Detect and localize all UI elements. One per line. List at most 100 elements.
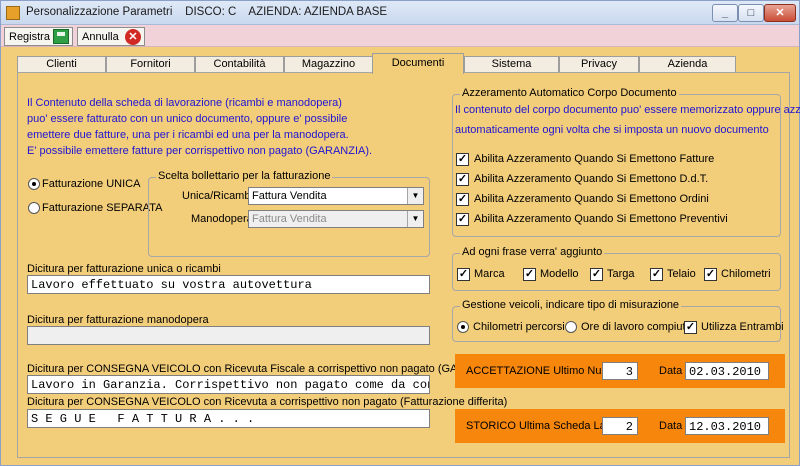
dicitura-unica-value: Lavoro effettuato su vostra autovettura [31, 278, 312, 292]
tab-sistema[interactable]: Sistema [464, 56, 559, 73]
tab-azienda[interactable]: Azienda [639, 56, 736, 73]
cancel-x-icon: ✕ [125, 29, 141, 45]
manodopera-label: Manodopera [191, 213, 253, 225]
chevron-down-icon: ▼ [407, 211, 423, 227]
fatturazione-separata-radio[interactable] [28, 202, 40, 214]
fatturazione-unica-radio[interactable] [28, 178, 40, 190]
maximize-icon: □ [747, 7, 755, 19]
tab-clienti[interactable]: Clienti [17, 56, 106, 73]
consegna-differita-value: S E G U E F A T T U R A . . . [31, 412, 255, 426]
azzeramento-info-line: Il contenuto del corpo documento puo' es… [455, 104, 800, 116]
ore-lavoro-label: Ore di lavoro compiuti [581, 321, 688, 333]
tab-contabilita[interactable]: Contabilità [195, 56, 284, 73]
accettazione-number-value: 3 [625, 365, 633, 379]
azzeramento-legend: Azzeramento Automatico Corpo Documento [460, 87, 679, 99]
unica-ricambi-select[interactable]: Fattura Vendita ▼ [248, 187, 424, 205]
dicitura-unica-field[interactable]: Lavoro effettuato su vostra autovettura [27, 275, 430, 294]
consegna-garanzia-field[interactable]: Lavoro in Garanzia. Corrispettivo non pa… [27, 375, 430, 394]
gestione-veicoli-group: Gestione veicoli, indicare tipo di misur… [452, 299, 784, 342]
consegna-differita-field[interactable]: S E G U E F A T T U R A . . . [27, 409, 430, 428]
app-icon [6, 6, 20, 20]
azzeramento-fatture-label: Abilita Azzeramento Quando Si Emettono F… [474, 153, 715, 165]
title-bar: Personalizzazione Parametri DISCO: C AZI… [1, 1, 799, 25]
storico-date-value: 12.03.2010 [689, 420, 762, 434]
azzeramento-ordini-checkbox[interactable]: ✓ [456, 193, 469, 206]
minimize-button[interactable]: _ [712, 4, 738, 22]
accettazione-box: ACCETTAZIONE Ultimo Numero 3 Data 02.03.… [455, 354, 785, 388]
azzeramento-preventivi-label: Abilita Azzeramento Quando Si Emettono P… [474, 213, 728, 225]
chilometri-checkbox[interactable]: ✓ [704, 268, 717, 281]
frase-legend: Ad ogni frase verra' aggiunto [460, 246, 605, 258]
azzeramento-fatture-checkbox[interactable]: ✓ [456, 153, 469, 166]
tab-documenti[interactable]: Documenti [372, 53, 464, 74]
tab-fornitori[interactable]: Fornitori [106, 56, 195, 73]
targa-checkbox[interactable]: ✓ [590, 268, 603, 281]
storico-data-label: Data [659, 420, 683, 432]
info-text-line: Il Contenuto della scheda di lavorazione… [27, 97, 342, 109]
modello-checkbox[interactable]: ✓ [523, 268, 536, 281]
azzeramento-preventivi-checkbox[interactable]: ✓ [456, 213, 469, 226]
manodopera-value: Fattura Vendita [252, 213, 327, 225]
consegna-garanzia-value: Lavoro in Garanzia. Corrispettivo non pa… [31, 378, 430, 392]
manodopera-select: Fattura Vendita ▼ [248, 210, 424, 228]
save-button[interactable]: Registra [4, 27, 73, 46]
unica-ricambi-label: Unica/Ricambi [182, 190, 253, 202]
utilizza-entrambi-label: Utilizza Entrambi [701, 321, 784, 333]
unica-ricambi-value: Fattura Vendita [252, 190, 327, 202]
azzeramento-ddt-checkbox[interactable]: ✓ [456, 173, 469, 186]
modello-label: Modello [540, 268, 579, 280]
consegna-differita-label: Dicitura per CONSEGNA VEICOLO con Ricevu… [27, 396, 508, 408]
cancel-button-label: Annulla [82, 31, 119, 43]
dicitura-manodopera-field [27, 326, 430, 345]
accettazione-number-field[interactable]: 3 [602, 362, 638, 380]
utilizza-entrambi-checkbox[interactable]: ✓ [684, 321, 697, 334]
marca-checkbox[interactable]: ✓ [457, 268, 470, 281]
marca-label: Marca [474, 268, 505, 280]
storico-date-field[interactable]: 12.03.2010 [685, 417, 769, 435]
info-text-line: puo' essere fatturato con un unico docum… [27, 113, 348, 125]
azzeramento-group: Azzeramento Automatico Corpo Documento I… [452, 87, 800, 237]
azzeramento-ordini-label: Abilita Azzeramento Quando Si Emettono O… [474, 193, 709, 205]
bollettario-group: Scelta bollettario per la fatturazione U… [148, 170, 430, 257]
minimize-icon: _ [721, 7, 729, 19]
info-text-line: emettere due fatture, una per i ricambi … [27, 129, 349, 141]
settings-window: Personalizzazione Parametri DISCO: C AZI… [0, 0, 800, 466]
close-window-button[interactable]: ✕ [764, 4, 796, 22]
tab-bar: Clienti Fornitori Contabilità Magazzino … [17, 53, 790, 74]
window-title: Personalizzazione Parametri DISCO: C AZI… [26, 6, 388, 18]
azzeramento-info-line: automaticamente ogni volta che si impost… [455, 124, 769, 136]
dicitura-manodopera-label: Dicitura per fatturazione manodopera [27, 314, 209, 326]
telaio-label: Telaio [667, 268, 696, 280]
tab-magazzino[interactable]: Magazzino [284, 56, 373, 73]
tab-privacy[interactable]: Privacy [559, 56, 639, 73]
storico-number-field[interactable]: 2 [602, 417, 638, 435]
telaio-checkbox[interactable]: ✓ [650, 268, 663, 281]
floppy-disk-icon [53, 29, 69, 44]
frase-group: Ad ogni frase verra' aggiunto ✓ Marca ✓ … [452, 246, 781, 291]
chilometri-label: Chilometri [721, 268, 771, 280]
azzeramento-ddt-label: Abilita Azzeramento Quando Si Emettono D… [474, 173, 709, 185]
accettazione-date-field[interactable]: 02.03.2010 [685, 362, 769, 380]
gestione-legend: Gestione veicoli, indicare tipo di misur… [460, 299, 682, 311]
storico-number-value: 2 [625, 420, 633, 434]
toolbar: Registra Annulla ✕ [1, 25, 799, 47]
chevron-down-icon[interactable]: ▼ [407, 188, 423, 204]
chilometri-percorsi-label: Chilometri percorsi [473, 321, 565, 333]
ore-lavoro-radio[interactable] [565, 321, 577, 333]
fatturazione-separata-label: Fatturazione SEPARATA [42, 202, 163, 214]
dicitura-unica-label: Dicitura per fatturazione unica o ricamb… [27, 263, 221, 275]
targa-label: Targa [607, 268, 635, 280]
consegna-garanzia-label: Dicitura per CONSEGNA VEICOLO con Ricevu… [27, 363, 502, 375]
accettazione-data-label: Data [659, 365, 683, 377]
close-icon: ✕ [775, 7, 785, 19]
fatturazione-unica-label: Fatturazione UNICA [42, 178, 141, 190]
bollettario-legend: Scelta bollettario per la fatturazione [156, 170, 333, 182]
cancel-button[interactable]: Annulla ✕ [77, 27, 145, 46]
info-text-line: E' possibile emettere fatture per corris… [27, 145, 373, 157]
save-button-label: Registra [9, 31, 50, 43]
accettazione-date-value: 02.03.2010 [689, 365, 762, 379]
documenti-panel: Il Contenuto della scheda di lavorazione… [17, 72, 800, 458]
chilometri-percorsi-radio[interactable] [457, 321, 469, 333]
maximize-button[interactable]: □ [738, 4, 764, 22]
storico-box: STORICO Ultima Scheda Lavoro 2 Data 12.0… [455, 409, 785, 443]
